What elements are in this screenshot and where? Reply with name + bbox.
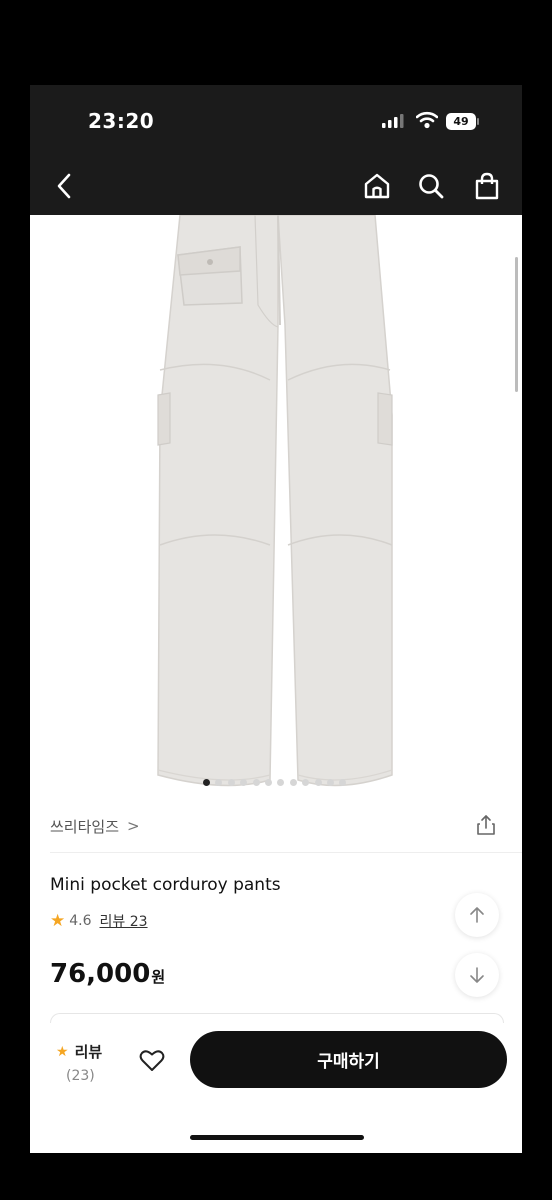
review-count-link[interactable]: 리뷰 23 [100, 911, 148, 931]
rating-value: 4.6 [69, 913, 92, 929]
product-name: Mini pocket corduroy pants [50, 875, 281, 895]
star-icon: ★ [50, 911, 66, 931]
home-indicator [190, 1135, 364, 1140]
divider [50, 852, 522, 853]
status-time: 23:20 [88, 109, 155, 133]
carousel-dot[interactable] [327, 779, 334, 786]
carousel-dot[interactable] [314, 779, 322, 786]
rating-row: ★ 4.6 리뷰 23 [50, 911, 148, 931]
home-icon[interactable] [362, 171, 392, 201]
carousel-dot[interactable] [289, 779, 297, 786]
heart-icon[interactable] [138, 1046, 166, 1074]
carousel-dot[interactable] [252, 779, 260, 786]
carousel-dot[interactable] [339, 779, 347, 786]
shopping-bag-icon[interactable] [472, 171, 502, 201]
wifi-icon [416, 111, 438, 129]
carousel-dot[interactable] [240, 779, 248, 786]
price: 76,000 원 [50, 959, 165, 989]
app-screen: 23:20 49 쓰리타임즈 > Mini pocket corduroy pa… [30, 85, 522, 1153]
bottom-action-bar: ★ 리뷰 (23) 구매하기 [30, 1023, 522, 1153]
share-icon[interactable] [474, 813, 498, 837]
review-label: 리뷰 [74, 1043, 103, 1061]
chevron-right-icon: > [127, 817, 140, 835]
scroll-up-button[interactable] [455, 893, 499, 937]
carousel-dot[interactable] [277, 779, 285, 786]
cargo-pants-illustration [157, 215, 393, 787]
buy-button[interactable]: 구매하기 [190, 1031, 507, 1088]
arrow-up-icon [470, 907, 484, 923]
review-summary-button[interactable]: ★ 리뷰 (23) [56, 1041, 106, 1084]
carousel-dot[interactable] [302, 779, 310, 786]
review-count: (23) [66, 1068, 95, 1084]
navigation-bar [30, 157, 522, 215]
image-carousel-indicator [30, 779, 522, 789]
carousel-dot[interactable] [203, 779, 210, 786]
price-value: 76,000 [50, 959, 151, 989]
product-image[interactable] [30, 215, 522, 795]
carousel-dot[interactable] [227, 779, 235, 786]
chevron-left-icon[interactable] [50, 171, 80, 201]
currency-label: 원 [151, 968, 166, 986]
arrow-down-icon [470, 967, 484, 983]
brand-link[interactable]: 쓰리타임즈 > [50, 815, 140, 837]
battery-icon: 49 [446, 113, 476, 130]
cellular-signal-icon [382, 114, 404, 128]
star-icon: ★ [56, 1043, 69, 1060]
carousel-dot[interactable] [265, 779, 272, 786]
battery-tip [477, 118, 479, 125]
status-bar: 23:20 49 [30, 85, 522, 157]
scroll-down-button[interactable] [455, 953, 499, 997]
search-icon[interactable] [416, 171, 446, 201]
scrollbar[interactable] [515, 257, 518, 392]
brand-name: 쓰리타임즈 [50, 817, 120, 836]
carousel-dot[interactable] [215, 779, 223, 786]
